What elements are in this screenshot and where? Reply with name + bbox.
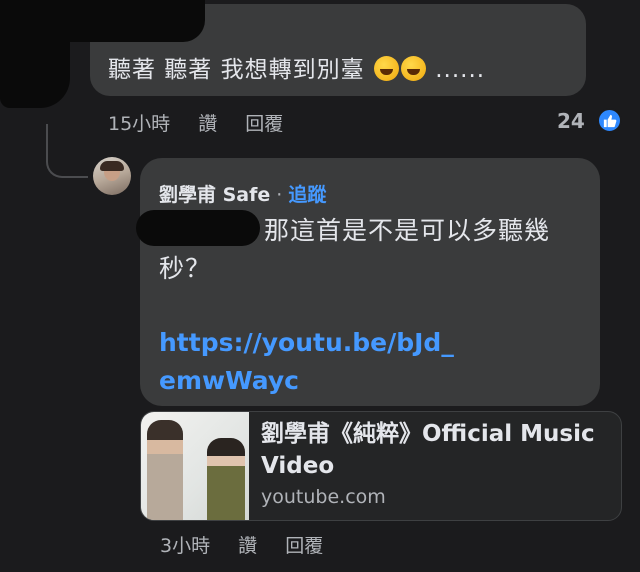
redacted-commenter-name — [0, 0, 205, 42]
separator-dot: · — [276, 184, 283, 206]
rolling-on-floor-laughing-emoji-icon — [373, 56, 399, 81]
video-thumbnail[interactable] — [141, 412, 249, 520]
thread-connector — [46, 124, 88, 178]
reply-author-name[interactable]: 劉學甫 Safe — [159, 184, 270, 206]
top-comment-text: 聽著 聽著 我想轉到別臺 ...... — [108, 50, 485, 84]
link-preview-card[interactable]: 劉學甫《純粹》Official Music Video youtube.com — [140, 411, 622, 521]
reply-like-button[interactable]: 讚 — [238, 535, 257, 557]
reaction-count[interactable]: 24 — [557, 109, 585, 133]
top-comment-trailing: ...... — [435, 57, 486, 83]
follow-button[interactable]: 追蹤 — [288, 184, 326, 206]
avatar[interactable] — [93, 157, 131, 195]
top-comment-time[interactable]: 15小時 — [108, 113, 170, 135]
reply-reply-button[interactable]: 回覆 — [285, 535, 323, 557]
reply-author-row: 劉學甫 Safe · 追蹤 — [159, 180, 326, 207]
top-comment-like-button[interactable]: 讚 — [198, 113, 217, 135]
top-comment-actions: 15小時 讚 回覆 — [108, 109, 305, 136]
top-comment-reply-button[interactable]: 回覆 — [245, 113, 283, 135]
reply-body: 那這首是不是可以多聽幾秒？ — [159, 216, 551, 283]
thumbs-up-icon[interactable] — [597, 108, 622, 133]
reply-time[interactable]: 3小時 — [160, 535, 210, 557]
reply-text: 那這首是不是可以多聽幾秒？ — [159, 212, 589, 288]
tears-of-joy-emoji-icon — [400, 56, 426, 81]
top-comment-body: 聽著 聽著 我想轉到別臺 — [108, 57, 365, 83]
reply-actions: 3小時 讚 回覆 — [160, 531, 345, 558]
link-preview-title[interactable]: 劉學甫《純粹》Official Music Video — [261, 418, 611, 482]
link-preview-domain: youtube.com — [261, 486, 386, 508]
reply-link[interactable]: https://youtu.be/bJd_emwWayc — [159, 324, 459, 400]
